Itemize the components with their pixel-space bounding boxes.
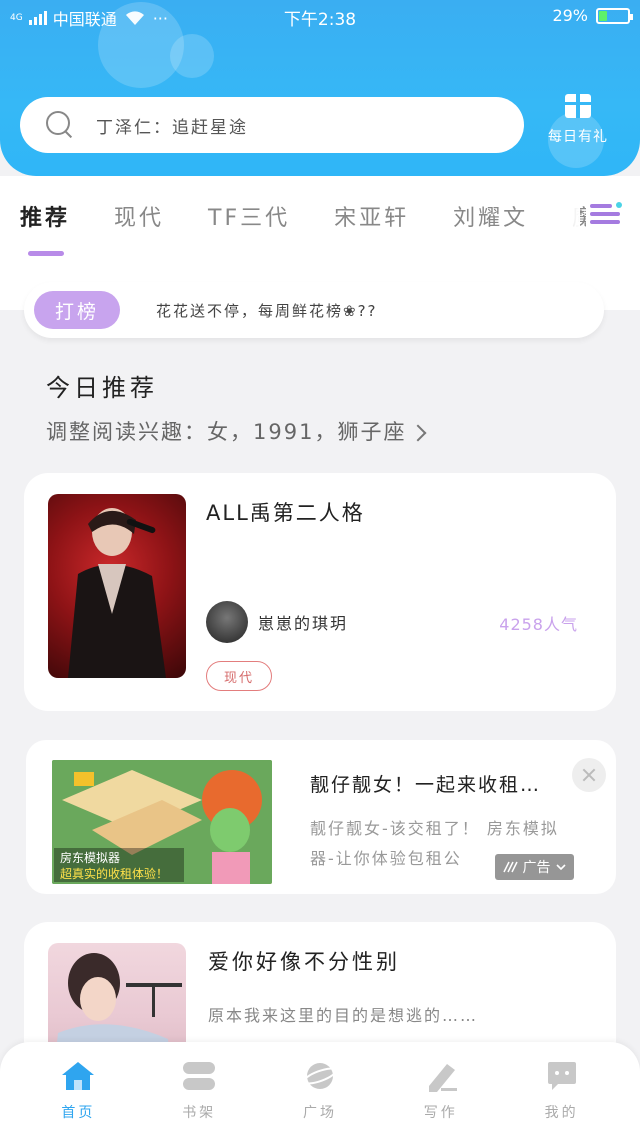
book-cover	[48, 494, 186, 678]
section-title: 今日推荐	[46, 374, 158, 402]
ranking-notice[interactable]: 打榜 花花送不停，每周鲜花榜❀??	[24, 282, 604, 338]
tab-recommend[interactable]: 推荐	[20, 200, 70, 232]
home-icon	[62, 1062, 95, 1090]
nav-bookshelf[interactable]: 书架	[159, 1060, 239, 1138]
bottom-nav: 首页 书架 广场 写作 我的	[0, 1042, 640, 1138]
gift-icon	[565, 94, 591, 118]
ad-badge[interactable]: 广告	[495, 854, 574, 880]
book-author: 崽崽的琪玥	[206, 601, 348, 643]
tab-modern[interactable]: 现代	[114, 200, 164, 232]
nav-mine-label: 我的	[544, 1105, 579, 1121]
author-name: 崽崽的琪玥	[258, 614, 349, 633]
book-title: 爱你好像不分性别	[208, 950, 400, 974]
notification-dot	[616, 202, 622, 208]
ad-image-caption-2: 超真实的收租体验！	[60, 866, 168, 881]
nav-square-label: 广场	[302, 1105, 337, 1121]
ad-card[interactable]: 房东模拟器 超真实的收租体验！ 靓仔靓女！一起来收租… 靓仔靓女-该交租了！ 房…	[26, 740, 616, 894]
search-bar[interactable]: 丁泽仁：追赶星途	[20, 97, 524, 153]
book-description: 原本我来这里的目的是想逃的……	[208, 1006, 479, 1025]
chevron-down-icon	[555, 864, 566, 871]
daily-gift-button[interactable]: 每日有礼	[540, 94, 616, 146]
genre-tag[interactable]: 现代	[206, 661, 272, 691]
search-placeholder: 丁泽仁：追赶星途	[96, 117, 248, 138]
pen-icon	[428, 1064, 457, 1092]
ad-title: 靓仔靓女！一起来收租…	[310, 774, 542, 796]
battery-icon	[596, 7, 633, 24]
planet-icon	[302, 1063, 338, 1089]
search-icon	[46, 111, 74, 139]
decor-bubble	[170, 34, 214, 78]
close-icon[interactable]	[572, 758, 606, 792]
category-menu-button[interactable]	[586, 200, 622, 234]
nav-square[interactable]: 广场	[280, 1060, 360, 1138]
ad-badge-label: 广告	[522, 860, 551, 876]
book-card[interactable]: ALL禹第二人格 崽崽的琪玥 4258人气 现代	[24, 473, 616, 711]
status-time: 下午2:38	[283, 10, 357, 30]
tab-liu-yaowen[interactable]: 刘耀文	[453, 200, 528, 232]
ad-image: 房东模拟器 超真实的收租体验！	[52, 760, 272, 884]
tab-tf3[interactable]: TF三代	[208, 200, 290, 232]
reading-interest-link[interactable]: 调整阅读兴趣：女，1991，狮子座	[46, 416, 427, 446]
daily-gift-label: 每日有礼	[548, 129, 608, 145]
ad-logo-icon	[502, 861, 518, 873]
active-tab-indicator	[28, 251, 64, 256]
status-bar: 4G 中国联通 ··· 下午2:38 29%	[0, 0, 640, 32]
nav-write-label: 写作	[423, 1105, 458, 1121]
chevron-right-icon	[409, 424, 427, 442]
app-header: 4G 中国联通 ··· 下午2:38 29% 丁泽仁：追赶星途 每日有礼	[0, 0, 640, 176]
avatar	[206, 601, 248, 643]
ad-image-caption-1: 房东模拟器	[60, 850, 120, 865]
reading-interest-text: 调整阅读兴趣：女，1991，狮子座	[46, 420, 407, 444]
tab-song-yaxuan[interactable]: 宋亚轩	[334, 200, 409, 232]
book-title: ALL禹第二人格	[206, 501, 365, 525]
nav-mine[interactable]: 我的	[522, 1060, 602, 1138]
battery-percent: 29%	[552, 6, 588, 25]
bookshelf-icon	[183, 1062, 216, 1090]
popularity-count: 4258人气	[499, 615, 578, 634]
ranking-badge[interactable]: 打榜	[34, 291, 120, 329]
nav-home-label: 首页	[61, 1105, 96, 1121]
nav-bookshelf-label: 书架	[182, 1105, 217, 1121]
nav-home[interactable]: 首页	[38, 1060, 118, 1138]
ranking-notice-text: 花花送不停，每周鲜花榜❀??	[156, 301, 378, 320]
chat-bubble-icon	[547, 1062, 576, 1090]
tabs-fade	[530, 176, 580, 256]
nav-write[interactable]: 写作	[401, 1060, 481, 1138]
